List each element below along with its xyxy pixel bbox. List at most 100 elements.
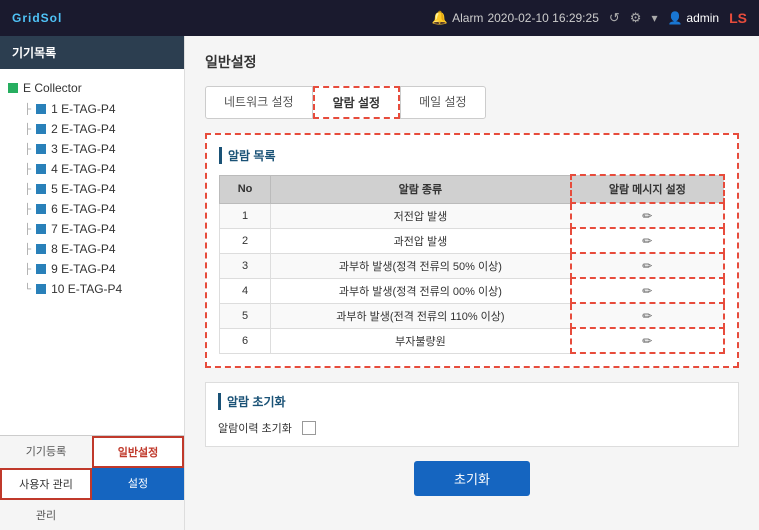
tree-item[interactable]: └ 10 E-TAG-P4 xyxy=(16,279,184,299)
tree-line-icon: ├ xyxy=(24,164,31,175)
tab-bar: 네트워크 설정 알람 설정 메일 설정 xyxy=(205,86,739,119)
edit-icon[interactable]: ✏ xyxy=(642,309,652,323)
tree-item[interactable]: ├ 2 E-TAG-P4 xyxy=(16,119,184,139)
tree-root[interactable]: E Collector xyxy=(0,77,184,99)
tree-item-label: 10 E-TAG-P4 xyxy=(51,282,122,296)
table-row: 5 과부하 발생(전격 전류의 110% 이상) ✏ xyxy=(220,303,725,328)
cell-edit[interactable]: ✏ xyxy=(571,203,724,228)
reset-checkbox[interactable] xyxy=(302,421,316,435)
tree-item[interactable]: ├ 8 E-TAG-P4 xyxy=(16,239,184,259)
refresh-icon[interactable]: ↺ xyxy=(609,10,620,26)
item-status-icon xyxy=(36,124,46,134)
tree-line-icon: ├ xyxy=(24,124,31,135)
tree-item-label: 1 E-TAG-P4 xyxy=(51,102,115,116)
edit-icon[interactable]: ✏ xyxy=(642,234,652,248)
alarm-list-title: 알람 목록 xyxy=(219,147,725,164)
nav-tab-settings[interactable]: 설정 xyxy=(92,468,184,500)
cell-no: 5 xyxy=(220,303,271,328)
tree-line-icon: ├ xyxy=(24,244,31,255)
reset-title: 알람 초기화 xyxy=(218,393,726,410)
item-status-icon xyxy=(36,104,46,114)
item-status-icon xyxy=(36,264,46,274)
cell-edit[interactable]: ✏ xyxy=(571,253,724,278)
tree-item[interactable]: ├ 4 E-TAG-P4 xyxy=(16,159,184,179)
nav-tab-device-register[interactable]: 기기등록 xyxy=(0,436,92,468)
table-row: 6 부자불량원 ✏ xyxy=(220,328,725,353)
user-label: 👤 admin xyxy=(667,11,719,25)
root-label: E Collector xyxy=(23,81,82,95)
tree-line-icon: ├ xyxy=(24,104,31,115)
alarm-list-section: 알람 목록 No 알람 종류 알람 메시지 설정 1 저전압 발생 ✏ xyxy=(205,133,739,368)
tree-item[interactable]: ├ 1 E-TAG-P4 xyxy=(16,99,184,119)
reset-row: 알람이력 초기화 xyxy=(218,420,726,436)
tab-mail-settings[interactable]: 메일 설정 xyxy=(400,86,486,119)
user-icon: 👤 xyxy=(667,11,682,25)
edit-icon[interactable]: ✏ xyxy=(642,209,652,223)
item-status-icon xyxy=(36,144,46,154)
tree-line-icon: ├ xyxy=(24,204,31,215)
tree-line-icon: └ xyxy=(24,284,31,295)
cell-no: 3 xyxy=(220,253,271,278)
init-button[interactable]: 초기화 xyxy=(414,461,530,496)
tree-item-label: 2 E-TAG-P4 xyxy=(51,122,115,136)
tree-line-icon: ├ xyxy=(24,144,31,155)
nav-tab-general-settings[interactable]: 일반설정 xyxy=(92,436,184,468)
item-status-icon xyxy=(36,224,46,234)
tree-item[interactable]: ├ 5 E-TAG-P4 xyxy=(16,179,184,199)
sidebar: 기기목록 E Collector ├ 1 E-TAG-P4 ├ 2 E-TAG-… xyxy=(0,36,185,530)
cell-no: 4 xyxy=(220,278,271,303)
col-type: 알람 종류 xyxy=(271,175,571,203)
tree-item-label: 6 E-TAG-P4 xyxy=(51,202,115,216)
cell-type: 과부하 발생(정격 전류의 50% 이상) xyxy=(271,253,571,278)
cell-edit[interactable]: ✏ xyxy=(571,303,724,328)
cell-type: 과전압 발생 xyxy=(271,228,571,253)
datetime: 2020-02-10 16:29:25 xyxy=(487,11,598,25)
username: admin xyxy=(686,11,719,25)
item-status-icon xyxy=(36,284,46,294)
cell-edit[interactable]: ✏ xyxy=(571,328,724,353)
edit-icon[interactable]: ✏ xyxy=(642,284,652,298)
tree-item[interactable]: ├ 7 E-TAG-P4 xyxy=(16,219,184,239)
tree-item-label: 4 E-TAG-P4 xyxy=(51,162,115,176)
sidebar-title: 기기목록 xyxy=(0,36,184,69)
cell-edit[interactable]: ✏ xyxy=(571,228,724,253)
tree-item-label: 7 E-TAG-P4 xyxy=(51,222,115,236)
item-status-icon xyxy=(36,204,46,214)
reset-label: 알람이력 초기화 xyxy=(218,420,292,436)
col-message-setting: 알람 메시지 설정 xyxy=(571,175,724,203)
tree-line-icon: ├ xyxy=(24,264,31,275)
header-right: 🔔 Alarm 2020-02-10 16:29:25 ↺ ⚙ ▾ 👤 admi… xyxy=(432,10,747,26)
tree-item-label: 5 E-TAG-P4 xyxy=(51,182,115,196)
cell-type: 과부하 발생(정격 전류의 00% 이상) xyxy=(271,278,571,303)
tree-item-label: 3 E-TAG-P4 xyxy=(51,142,115,156)
tab-network-settings[interactable]: 네트워크 설정 xyxy=(205,86,313,119)
bottom-nav-tabs: 기기등록 일반설정 사용자 관리 설정 관리 xyxy=(0,436,184,530)
cell-no: 1 xyxy=(220,203,271,228)
logo-grid: Grid xyxy=(12,11,41,25)
logo-sol: Sol xyxy=(41,11,63,25)
alarm-table: No 알람 종류 알람 메시지 설정 1 저전압 발생 ✏ 2 과전압 발생 ✏ xyxy=(219,174,725,354)
nav-tab-user-management[interactable]: 사용자 관리 xyxy=(0,468,92,500)
tree-item[interactable]: ├ 9 E-TAG-P4 xyxy=(16,259,184,279)
nav-tab-management[interactable]: 관리 xyxy=(0,500,92,530)
header: GridSol 🔔 Alarm 2020-02-10 16:29:25 ↺ ⚙ … xyxy=(0,0,759,36)
tree-children: ├ 1 E-TAG-P4 ├ 2 E-TAG-P4 ├ 3 E-TAG-P4 ├ xyxy=(0,99,184,299)
tab-alarm-settings[interactable]: 알람 설정 xyxy=(313,86,401,119)
cell-no: 6 xyxy=(220,328,271,353)
tree-line-icon: ├ xyxy=(24,224,31,235)
cell-edit[interactable]: ✏ xyxy=(571,278,724,303)
ls-logo: LS xyxy=(729,10,747,26)
item-status-icon xyxy=(36,164,46,174)
col-no: No xyxy=(220,175,271,203)
tree-item[interactable]: ├ 3 E-TAG-P4 xyxy=(16,139,184,159)
tree-item-label: 8 E-TAG-P4 xyxy=(51,242,115,256)
sidebar-bottom: 기기등록 일반설정 사용자 관리 설정 관리 xyxy=(0,435,184,530)
tree-item[interactable]: ├ 6 E-TAG-P4 xyxy=(16,199,184,219)
root-status-icon xyxy=(8,83,18,93)
settings-icon[interactable]: ⚙ xyxy=(630,10,642,26)
tree-item-label: 9 E-TAG-P4 xyxy=(51,262,115,276)
item-status-icon xyxy=(36,184,46,194)
edit-icon[interactable]: ✏ xyxy=(642,259,652,273)
edit-icon[interactable]: ✏ xyxy=(642,334,652,348)
cell-type: 과부하 발생(전격 전류의 110% 이상) xyxy=(271,303,571,328)
